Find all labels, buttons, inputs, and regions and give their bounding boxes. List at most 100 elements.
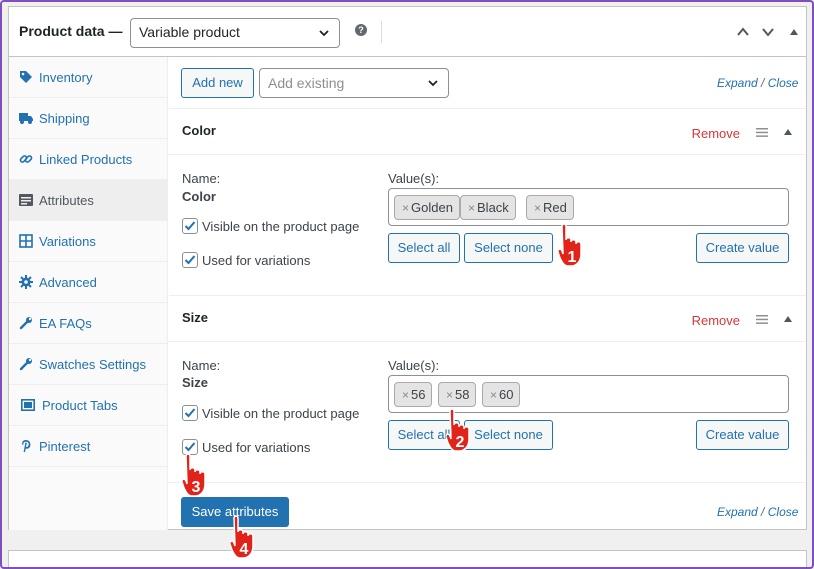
- remove-chip-icon[interactable]: ×: [402, 388, 409, 402]
- remove-attribute-link[interactable]: Remove: [692, 313, 740, 328]
- select-all-button[interactable]: Select all: [388, 233, 460, 263]
- value-chip[interactable]: × Golden: [394, 195, 460, 220]
- attribute-name-value: Color: [182, 189, 216, 204]
- pointer-annotation-1: 1: [558, 223, 582, 267]
- link-icon: [19, 155, 33, 163]
- gear-icon: [19, 275, 33, 289]
- chevron-up-icon[interactable]: [736, 25, 750, 39]
- product-data-tabs: Inventory Shipping Linked Products Attri…: [9, 57, 168, 530]
- sidebar-item-product-tabs[interactable]: Product Tabs: [9, 385, 167, 426]
- add-existing-placeholder: Add existing: [268, 75, 345, 91]
- drag-handle-icon[interactable]: [756, 315, 768, 324]
- create-value-button[interactable]: Create value: [696, 233, 789, 263]
- checkmark-icon: [184, 408, 196, 418]
- create-value-button[interactable]: Create value: [696, 420, 789, 450]
- sidebar-item-linked-products[interactable]: Linked Products: [9, 139, 167, 180]
- sidebar-item-shipping[interactable]: Shipping: [9, 98, 167, 139]
- sidebar-item-label: Inventory: [39, 70, 93, 85]
- chip-label: Red: [543, 200, 567, 215]
- attributes-toolbar: Add new Add existing Expand / Close: [169, 57, 806, 109]
- panel-title: Product data —: [19, 23, 123, 39]
- checkbox[interactable]: [182, 405, 198, 421]
- attributes-panel: Add new Add existing Expand / Close Colo…: [169, 57, 806, 530]
- link-separator: /: [761, 505, 765, 519]
- pointer-number: 3: [192, 479, 201, 496]
- sidebar-item-variations[interactable]: Variations: [9, 221, 167, 262]
- pointer-number: 1: [568, 249, 577, 266]
- close-link[interactable]: Close: [768, 505, 799, 519]
- remove-chip-icon[interactable]: ×: [446, 388, 453, 402]
- expand-link[interactable]: Expand: [717, 505, 758, 519]
- sidebar-item-ea-faqs[interactable]: EA FAQs: [9, 303, 167, 344]
- sidebar-item-label: Product Tabs: [42, 398, 118, 413]
- link-separator: /: [761, 76, 765, 90]
- grid-icon: [19, 234, 33, 248]
- wrench-icon: [19, 317, 32, 330]
- remove-attribute-link[interactable]: Remove: [692, 126, 740, 141]
- tag-icon: [20, 71, 32, 83]
- pointer-annotation-3: 3: [182, 453, 206, 497]
- sidebar-item-label: Variations: [39, 234, 96, 249]
- value-chip[interactable]: × Black: [460, 195, 516, 220]
- value-chip[interactable]: × Red: [526, 195, 574, 220]
- pointer-number: 4: [240, 541, 249, 558]
- checkbox-label: Visible on the product page: [202, 406, 360, 421]
- sidebar-item-label: Advanced: [39, 275, 97, 290]
- wrench-icon: [19, 358, 32, 371]
- sidebar-item-label: Pinterest: [39, 439, 91, 454]
- sidebar-item-inventory[interactable]: Inventory: [9, 57, 167, 98]
- chip-label: 60: [499, 387, 514, 402]
- attribute-body-color: Name: Color Visible on the product page …: [169, 155, 806, 296]
- sidebar-item-swatches-settings[interactable]: Swatches Settings: [9, 344, 167, 385]
- attribute-header-size[interactable]: Size Remove: [169, 296, 806, 342]
- expand-close-links: Expand / Close: [717, 505, 798, 519]
- add-existing-select[interactable]: Add existing: [259, 68, 449, 98]
- attribute-title: Color: [182, 123, 216, 138]
- attribute-header-color[interactable]: Color Remove: [169, 109, 806, 155]
- help-icon[interactable]: ?: [355, 24, 367, 36]
- values-select[interactable]: × Golden × Black × Red: [388, 188, 789, 226]
- drag-handle-icon[interactable]: [756, 128, 768, 137]
- collapse-triangle-icon[interactable]: [787, 25, 801, 39]
- product-type-value: Variable product: [139, 24, 240, 40]
- checkbox-label: Visible on the product page: [202, 219, 360, 234]
- value-chip[interactable]: × 60: [482, 382, 521, 407]
- chevron-down-icon[interactable]: [761, 25, 775, 39]
- sidebar-item-label: Swatches Settings: [39, 357, 146, 372]
- sidebar-item-pinterest[interactable]: Pinterest: [9, 426, 167, 467]
- values-label: Value(s):: [388, 171, 440, 186]
- next-panel: [8, 550, 807, 569]
- divider: [381, 21, 382, 43]
- chevron-down-icon: [428, 80, 438, 87]
- checkbox[interactable]: [182, 218, 198, 234]
- chip-label: Black: [477, 200, 509, 215]
- value-chip[interactable]: × 56: [394, 382, 433, 407]
- expand-close-links: Expand / Close: [717, 76, 798, 90]
- remove-chip-icon[interactable]: ×: [402, 201, 409, 215]
- product-type-select[interactable]: Variable product: [130, 18, 340, 48]
- name-label: Name:: [182, 358, 221, 373]
- remove-chip-icon[interactable]: ×: [534, 201, 541, 215]
- checkbox-label: Used for variations: [202, 253, 311, 268]
- value-chip[interactable]: × 58: [438, 382, 477, 407]
- product-data-panel: Product data — Variable product ? Invent…: [8, 6, 807, 530]
- sidebar-item-label: Shipping: [39, 111, 90, 126]
- sidebar-item-attributes[interactable]: Attributes: [9, 180, 167, 221]
- add-new-button[interactable]: Add new: [181, 68, 254, 98]
- close-link[interactable]: Close: [768, 76, 799, 90]
- pointer-annotation-4: 4: [230, 515, 254, 559]
- chip-label: 58: [455, 387, 470, 402]
- remove-chip-icon[interactable]: ×: [490, 388, 497, 402]
- sidebar-item-label: Attributes: [39, 193, 94, 208]
- expand-link[interactable]: Expand: [717, 76, 758, 90]
- collapse-triangle-icon[interactable]: [784, 129, 792, 135]
- chevron-down-icon: [319, 30, 329, 37]
- chip-label: Golden: [411, 200, 453, 215]
- checkmark-icon: [184, 255, 196, 265]
- select-none-button[interactable]: Select none: [464, 233, 553, 263]
- sidebar-item-advanced[interactable]: Advanced: [9, 262, 167, 303]
- checkbox[interactable]: [182, 252, 198, 268]
- collapse-triangle-icon[interactable]: [784, 316, 792, 322]
- remove-chip-icon[interactable]: ×: [468, 201, 475, 215]
- values-label: Value(s):: [388, 358, 440, 373]
